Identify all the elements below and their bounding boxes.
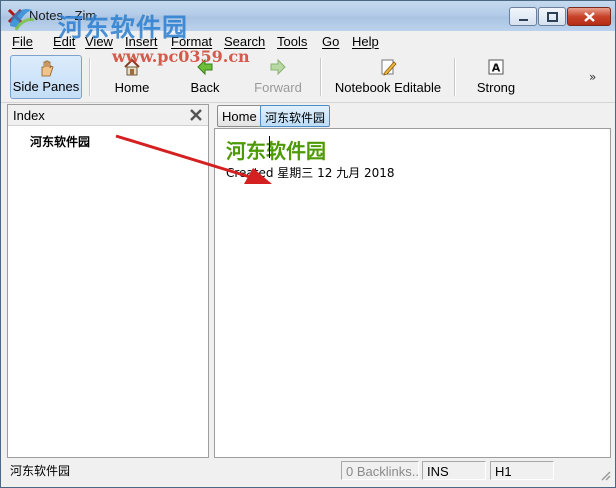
- page-heading: 河东软件园: [226, 139, 326, 163]
- watermark-url: www.pc0359.cn: [112, 47, 250, 66]
- strong-button[interactable]: A Strong: [471, 55, 521, 99]
- bold-text-icon: A: [488, 59, 504, 75]
- status-page-name: 河东软件园: [10, 464, 71, 478]
- path-current-button[interactable]: 河东软件园: [260, 105, 331, 127]
- close-button[interactable]: [567, 7, 611, 26]
- page-editor[interactable]: 河东软件园 Created 星期三 12 九月 2018: [214, 128, 611, 458]
- text-cursor: [269, 136, 270, 158]
- notebook-editable-button[interactable]: Notebook Editable: [329, 55, 447, 99]
- maximize-button[interactable]: [538, 7, 566, 26]
- side-pane-title: Index: [13, 108, 45, 123]
- page-created-line: Created 星期三 12 九月 2018: [226, 166, 395, 180]
- toolbar: Side Panes Home Back Forward Notebook Ed…: [1, 52, 615, 103]
- forward-arrow-icon: [270, 58, 286, 76]
- style-indicator: H1: [490, 461, 554, 480]
- backlinks-button[interactable]: 0 Backlinks...: [341, 461, 419, 480]
- toolbar-separator: [320, 58, 322, 96]
- menu-go[interactable]: Go: [322, 34, 339, 49]
- menu-help[interactable]: Help: [352, 34, 379, 49]
- minimize-button[interactable]: [509, 7, 537, 26]
- minimize-icon: [519, 19, 528, 21]
- toolbar-separator: [454, 58, 456, 96]
- watermark-logo: [10, 8, 35, 31]
- side-pane: Index 河东软件园: [7, 104, 209, 458]
- close-icon: [584, 12, 595, 22]
- side-panes-label: Side Panes: [12, 79, 80, 94]
- side-pane-header: Index: [8, 105, 208, 126]
- resize-grip-icon[interactable]: [599, 469, 611, 481]
- hand-icon: [41, 60, 54, 77]
- path-bar: Home 河东软件园: [215, 104, 611, 128]
- path-home-button[interactable]: Home: [217, 105, 262, 127]
- forward-label: Forward: [254, 80, 302, 95]
- maximize-icon: [547, 12, 558, 22]
- menu-file[interactable]: File: [12, 34, 33, 49]
- watermark-title: 河东软件园: [58, 13, 189, 42]
- insert-mode-indicator: INS: [422, 461, 486, 480]
- forward-button[interactable]: Forward: [247, 55, 309, 99]
- edit-pencil-icon: [381, 59, 397, 76]
- app-window: Notes - Zim File Edit View Insert Format…: [0, 0, 616, 488]
- svg-text:A: A: [492, 62, 501, 75]
- back-label: Back: [190, 80, 220, 95]
- menu-tools[interactable]: Tools: [277, 34, 307, 49]
- close-pane-icon[interactable]: [190, 109, 202, 121]
- strong-label: Strong: [476, 80, 516, 95]
- side-panes-button[interactable]: Side Panes: [10, 55, 82, 99]
- index-item[interactable]: 河东软件园: [30, 133, 90, 150]
- home-label: Home: [114, 80, 150, 95]
- toolbar-separator: [89, 58, 91, 96]
- notebook-editable-label: Notebook Editable: [334, 80, 442, 95]
- status-bar: 河东软件园 0 Backlinks... INS H1: [1, 459, 615, 487]
- toolbar-overflow-button[interactable]: »: [589, 70, 596, 84]
